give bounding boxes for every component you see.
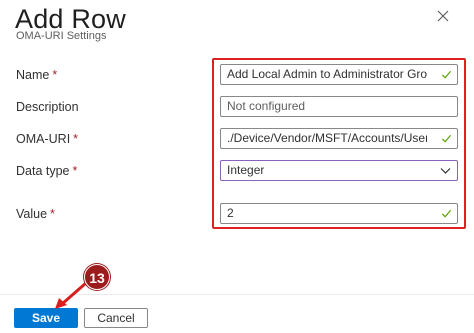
checkmark-icon — [441, 70, 452, 79]
name-label: Name * — [16, 68, 58, 82]
checkmark-icon — [441, 134, 452, 143]
oma-uri-field[interactable]: ./Device/Vendor/MSFT/Accounts/Users/loca… — [220, 128, 458, 149]
name-field[interactable]: Add Local Admin to Administrator Group — [220, 64, 458, 85]
oma-uri-label: OMA-URI * — [16, 132, 79, 146]
checkmark-icon — [441, 209, 452, 218]
chevron-down-icon — [440, 168, 451, 174]
description-label: Description — [16, 100, 79, 114]
data-type-label: Data type * — [16, 164, 78, 178]
required-marker: * — [50, 207, 55, 221]
close-icon[interactable] — [433, 6, 453, 26]
annotation-arrow — [55, 281, 88, 309]
save-button[interactable]: Save — [14, 308, 78, 328]
required-marker: * — [52, 68, 58, 82]
required-marker: * — [73, 132, 79, 146]
data-type-dropdown[interactable]: Integer — [220, 160, 458, 181]
value-label: Value * — [16, 207, 55, 221]
required-marker: * — [72, 164, 78, 178]
value-field[interactable]: 2 — [220, 203, 458, 224]
step-badge: 13 — [84, 264, 110, 290]
cancel-button[interactable]: Cancel — [84, 308, 148, 328]
panel-subtitle: OMA-URI Settings — [16, 30, 107, 42]
description-field[interactable]: Not configured — [220, 96, 458, 117]
